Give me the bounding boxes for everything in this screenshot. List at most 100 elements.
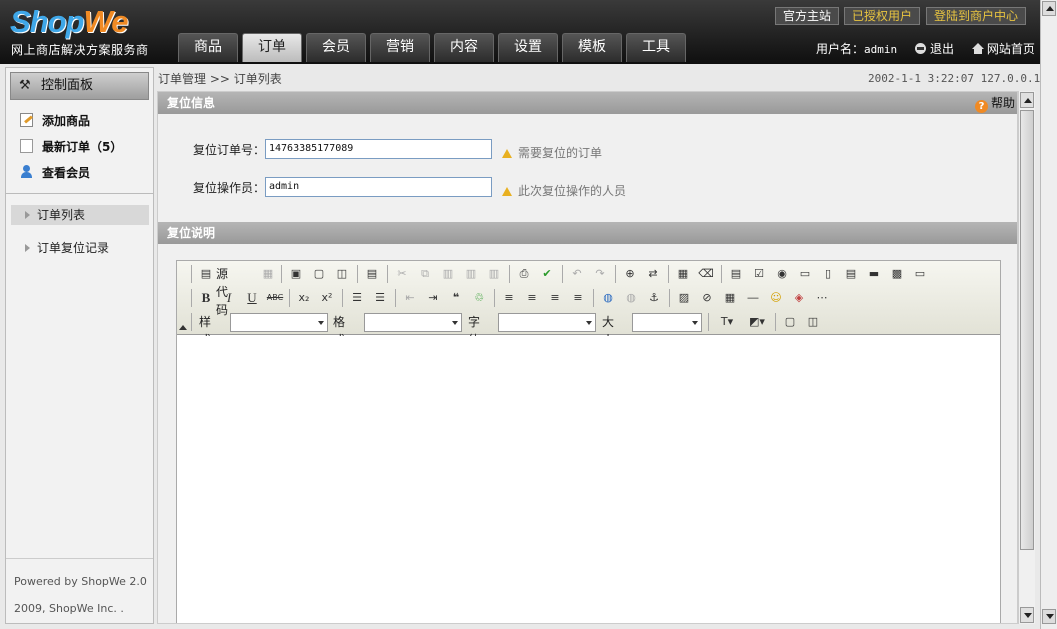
- source-icon[interactable]: ▤: [197, 265, 215, 283]
- checkbox-icon[interactable]: ☑: [750, 265, 768, 283]
- undo-icon[interactable]: ↶: [568, 265, 586, 283]
- underline-button[interactable]: U: [243, 289, 261, 307]
- indent-icon[interactable]: ⇥: [424, 289, 442, 307]
- tab-settings[interactable]: 设置: [498, 33, 558, 62]
- operator-hint-text: 此次复位操作的人员: [518, 184, 627, 198]
- image-button-icon[interactable]: ▩: [888, 265, 906, 283]
- find-icon[interactable]: ⊕: [621, 265, 639, 283]
- window-scrollbar[interactable]: [1040, 0, 1057, 629]
- toolbar-separator: [191, 265, 192, 283]
- tab-products[interactable]: 商品: [178, 33, 238, 62]
- maximize-icon[interactable]: ▢: [781, 313, 799, 331]
- horizontal-rule-icon[interactable]: ―: [744, 289, 762, 307]
- source-button[interactable]: 源代码: [216, 265, 228, 317]
- operator-input[interactable]: admin: [265, 177, 492, 197]
- view-members-link[interactable]: 查看会员: [20, 164, 90, 182]
- outdent-icon[interactable]: ⇤: [401, 289, 419, 307]
- smiley-icon[interactable]: ☺: [767, 289, 785, 307]
- format-select[interactable]: [364, 313, 462, 332]
- div-container-icon[interactable]: ♲: [470, 289, 488, 307]
- italic-button[interactable]: I: [220, 289, 238, 307]
- select-all-icon[interactable]: ▦: [674, 265, 692, 283]
- textfield-icon[interactable]: ▭: [796, 265, 814, 283]
- bold-button[interactable]: B: [197, 289, 215, 307]
- print-icon[interactable]: ⎙: [515, 265, 533, 283]
- paste-from-word-icon[interactable]: ▥: [485, 265, 503, 283]
- align-justify-icon[interactable]: ≡: [569, 289, 587, 307]
- order-no-input[interactable]: 14763385177089: [265, 139, 492, 159]
- text-color-icon[interactable]: T▾: [714, 313, 740, 331]
- logout-link[interactable]: 退出: [930, 42, 954, 56]
- align-center-icon[interactable]: ≡: [523, 289, 541, 307]
- paste-text-icon[interactable]: ▥: [462, 265, 480, 283]
- main-scrollbar[interactable]: [1018, 91, 1035, 624]
- spellcheck-icon[interactable]: ✔: [538, 265, 556, 283]
- paste-word-icon[interactable]: ▦: [259, 265, 277, 283]
- ordered-list-icon[interactable]: ☰: [348, 289, 366, 307]
- scroll-down-arrow[interactable]: [1020, 607, 1034, 623]
- home-icon[interactable]: [971, 43, 984, 54]
- merchant-center-link[interactable]: 登陆到商户中心: [926, 7, 1027, 25]
- shopwe-logo[interactable]: ShopWe: [10, 4, 128, 40]
- licensed-users-link[interactable]: 已授权用户: [844, 7, 921, 25]
- sidebar-item-order-list[interactable]: 订单列表: [11, 205, 149, 225]
- help-link[interactable]: ? 帮助: [974, 92, 1015, 114]
- sidebar-item-reset-records[interactable]: 订单复位记录: [11, 238, 149, 258]
- radio-icon[interactable]: ◉: [773, 265, 791, 283]
- remove-format-icon[interactable]: ⌫: [697, 265, 715, 283]
- preview-icon[interactable]: ◫: [333, 265, 351, 283]
- textarea-icon[interactable]: ▯: [819, 265, 837, 283]
- save-icon[interactable]: ▣: [287, 265, 305, 283]
- align-right-icon[interactable]: ≡: [546, 289, 564, 307]
- image-icon[interactable]: ▨: [675, 289, 693, 307]
- cut-icon[interactable]: ✂: [393, 265, 411, 283]
- size-select[interactable]: [632, 313, 702, 332]
- style-select[interactable]: [230, 313, 328, 332]
- superscript-icon[interactable]: x²: [318, 289, 336, 307]
- add-product-link[interactable]: 添加商品: [20, 112, 90, 130]
- button-field-icon[interactable]: ▬: [865, 265, 883, 283]
- show-blocks-icon[interactable]: ◫: [804, 313, 822, 331]
- select-field-icon[interactable]: ▤: [842, 265, 860, 283]
- redo-icon[interactable]: ↷: [591, 265, 609, 283]
- blockquote-icon[interactable]: ❝: [447, 289, 465, 307]
- align-left-icon[interactable]: ≡: [500, 289, 518, 307]
- collapse-toolbar-icon[interactable]: [179, 325, 187, 330]
- replace-icon[interactable]: ⇄: [644, 265, 662, 283]
- tab-content[interactable]: 内容: [434, 33, 494, 62]
- font-select[interactable]: [498, 313, 596, 332]
- form-icon[interactable]: ▤: [727, 265, 745, 283]
- home-link[interactable]: 网站首页: [987, 42, 1035, 56]
- tab-templates[interactable]: 模板: [562, 33, 622, 62]
- window-scroll-up-arrow[interactable]: [1042, 1, 1056, 16]
- template-icon[interactable]: ▤: [363, 265, 381, 283]
- flash-icon[interactable]: ⊘: [698, 289, 716, 307]
- logout-icon[interactable]: [914, 43, 926, 54]
- editor-content-area[interactable]: [177, 336, 1000, 623]
- hidden-field-icon[interactable]: ▭: [911, 265, 929, 283]
- official-site-link[interactable]: 官方主站: [775, 7, 840, 25]
- window-scroll-down-arrow[interactable]: [1042, 609, 1056, 624]
- tab-tools[interactable]: 工具: [626, 33, 686, 62]
- table-icon[interactable]: ▦: [721, 289, 739, 307]
- scroll-thumb[interactable]: [1020, 110, 1034, 550]
- tab-marketing[interactable]: 营销: [370, 33, 430, 62]
- paste-icon[interactable]: ▥: [439, 265, 457, 283]
- special-char-icon[interactable]: ◈: [790, 289, 808, 307]
- subscript-icon[interactable]: x₂: [295, 289, 313, 307]
- scroll-up-arrow[interactable]: [1020, 92, 1034, 108]
- tab-orders[interactable]: 订单: [242, 33, 302, 62]
- user-info: 用户名：admin 退出 网站首页: [816, 40, 1035, 57]
- bullet-list-icon[interactable]: ☰: [371, 289, 389, 307]
- tab-members[interactable]: 会员: [306, 33, 366, 62]
- latest-orders-link[interactable]: 最新订单（5）: [20, 138, 122, 156]
- bg-color-icon[interactable]: ◩▾: [744, 313, 770, 331]
- new-page-icon[interactable]: ▢: [310, 265, 328, 283]
- copy-icon[interactable]: ⧉: [416, 265, 434, 283]
- control-panel-header[interactable]: ⚒ 控制面板: [10, 72, 149, 100]
- anchor-icon[interactable]: ⚓: [645, 289, 663, 307]
- link-icon[interactable]: ◍: [599, 289, 617, 307]
- unlink-icon[interactable]: ◍: [622, 289, 640, 307]
- strike-button[interactable]: ABC: [266, 289, 284, 307]
- page-break-icon[interactable]: ⋯: [813, 289, 831, 307]
